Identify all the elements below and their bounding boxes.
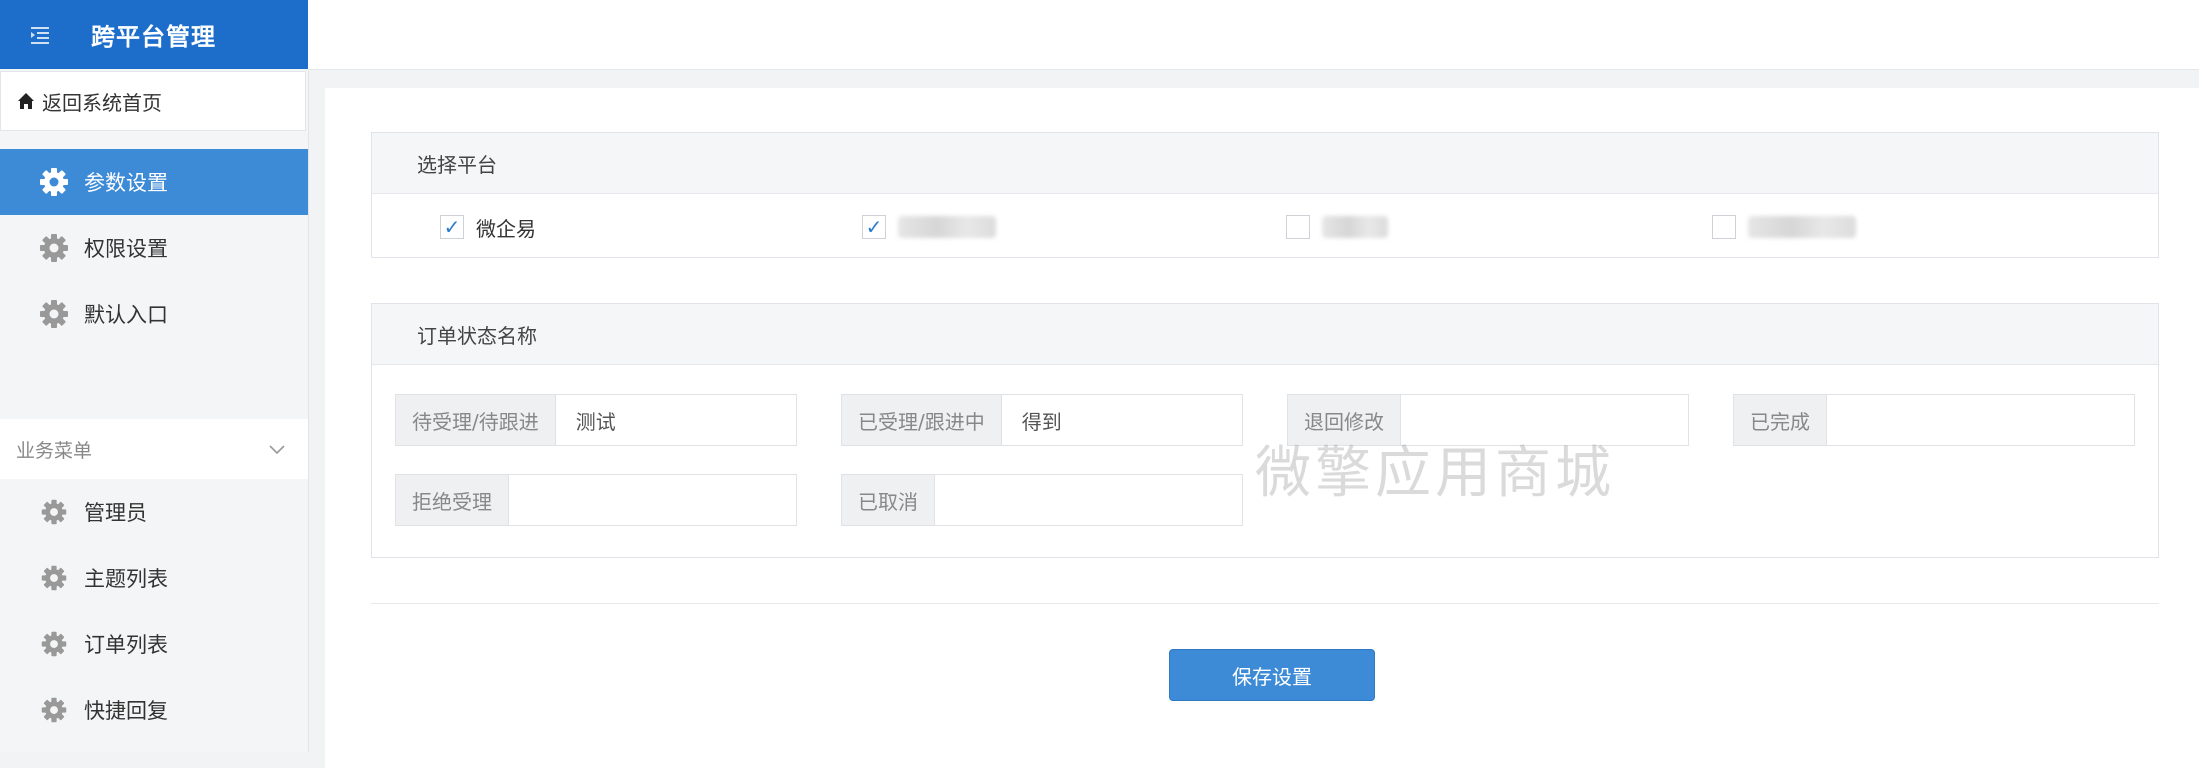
status-input-cancelled[interactable] (935, 475, 1242, 525)
status-input-returned[interactable] (1401, 395, 1688, 445)
sidebar-item-label: 订单列表 (84, 633, 168, 657)
gear-icon (41, 697, 67, 723)
obscured-label (1322, 216, 1388, 238)
status-field-returned: 退回修改 (1287, 394, 1689, 446)
status-input-accepted[interactable] (1001, 395, 1242, 445)
panel-header: 订单状态名称 (372, 304, 2158, 365)
back-home-link[interactable]: 返回系统首页 (0, 71, 306, 131)
sidebar-item-label: 权限设置 (84, 237, 168, 261)
sidebar-item-quick-reply[interactable]: 快捷回复 (0, 677, 308, 743)
platform-checkbox-4[interactable] (1712, 214, 1856, 240)
checkbox-unchecked[interactable] (1712, 215, 1736, 239)
gear-icon (40, 168, 68, 196)
status-input-completed[interactable] (1827, 395, 2134, 445)
menu-toggle-icon[interactable] (29, 24, 51, 46)
panel-header: 选择平台 (372, 133, 2158, 194)
platform-label: 微企易 (476, 216, 536, 241)
platform-options: ✓ 微企易 ✓ (372, 194, 2158, 256)
business-menu-toggle[interactable]: 业务菜单 (0, 419, 308, 479)
gear-icon (41, 565, 67, 591)
sidebar-item-label: 快捷回复 (84, 699, 168, 723)
sidebar: 返回系统首页 参数设置 权限设置 默认入口 业务菜单 管理员 主题列表 订单列表… (0, 69, 309, 752)
status-field-pending: 待受理/待跟进 (395, 394, 797, 446)
group-label: 业务菜单 (16, 439, 93, 462)
checkbox-checked[interactable]: ✓ (862, 215, 886, 239)
field-label: 已取消 (842, 475, 935, 525)
sidebar-item-label: 主题列表 (84, 567, 168, 591)
chevron-down-icon (269, 445, 285, 455)
obscured-label (898, 216, 996, 238)
status-field-accepted: 已受理/跟进中 (841, 394, 1243, 446)
gear-icon (40, 234, 68, 262)
checkbox-checked[interactable]: ✓ (440, 215, 464, 239)
panel-title: 选择平台 (417, 152, 497, 177)
main-content: 选择平台 ✓ 微企易 ✓ 订单状态名称 待受理/待跟进 测试 已受理/跟进中 得… (325, 88, 2199, 768)
gear-icon (40, 300, 68, 328)
sidebar-item-admins[interactable]: 管理员 (0, 479, 308, 545)
sidebar-item-params[interactable]: 参数设置 (0, 149, 308, 215)
brand-bar: 跨平台管理 (0, 0, 308, 69)
sidebar-item-orders[interactable]: 订单列表 (0, 611, 308, 677)
gear-icon (41, 499, 67, 525)
app-title: 跨平台管理 (91, 23, 216, 51)
sidebar-item-label: 管理员 (84, 501, 147, 525)
checkbox-unchecked[interactable] (1286, 215, 1310, 239)
divider (371, 603, 2159, 604)
status-input-rejected[interactable] (509, 475, 796, 525)
sidebar-item-label: 参数设置 (84, 171, 168, 195)
back-home-label: 返回系统首页 (42, 90, 162, 115)
platform-checkbox-2[interactable]: ✓ (862, 214, 996, 240)
field-label: 已完成 (1734, 395, 1827, 445)
sidebar-item-default-entry[interactable]: 默认入口 (0, 281, 308, 347)
field-label: 拒绝受理 (396, 475, 509, 525)
field-label: 待受理/待跟进 (396, 395, 556, 445)
status-field-rejected: 拒绝受理 (395, 474, 797, 526)
sidebar-item-label: 默认入口 (84, 303, 168, 327)
home-icon (18, 93, 34, 109)
platform-panel: 选择平台 ✓ 微企易 ✓ (371, 132, 2159, 258)
obscured-label (1748, 216, 1856, 238)
field-label: 退回修改 (1288, 395, 1401, 445)
platform-checkbox-weiqiyi[interactable]: ✓ 微企易 (440, 214, 536, 241)
gear-icon (41, 631, 67, 657)
status-field-completed: 已完成 (1733, 394, 2135, 446)
status-input-pending[interactable] (555, 395, 796, 445)
order-status-panel: 订单状态名称 待受理/待跟进 已受理/跟进中 退回修改 已完成 拒绝受理 已取消 (371, 303, 2159, 558)
save-settings-button[interactable]: 保存设置 (1169, 649, 1375, 701)
panel-title: 订单状态名称 (417, 323, 537, 348)
sidebar-item-permissions[interactable]: 权限设置 (0, 215, 308, 281)
sidebar-item-topics[interactable]: 主题列表 (0, 545, 308, 611)
platform-checkbox-3[interactable] (1286, 214, 1388, 240)
top-bar (308, 0, 2199, 70)
field-label: 已受理/跟进中 (842, 395, 1002, 445)
status-field-cancelled: 已取消 (841, 474, 1243, 526)
